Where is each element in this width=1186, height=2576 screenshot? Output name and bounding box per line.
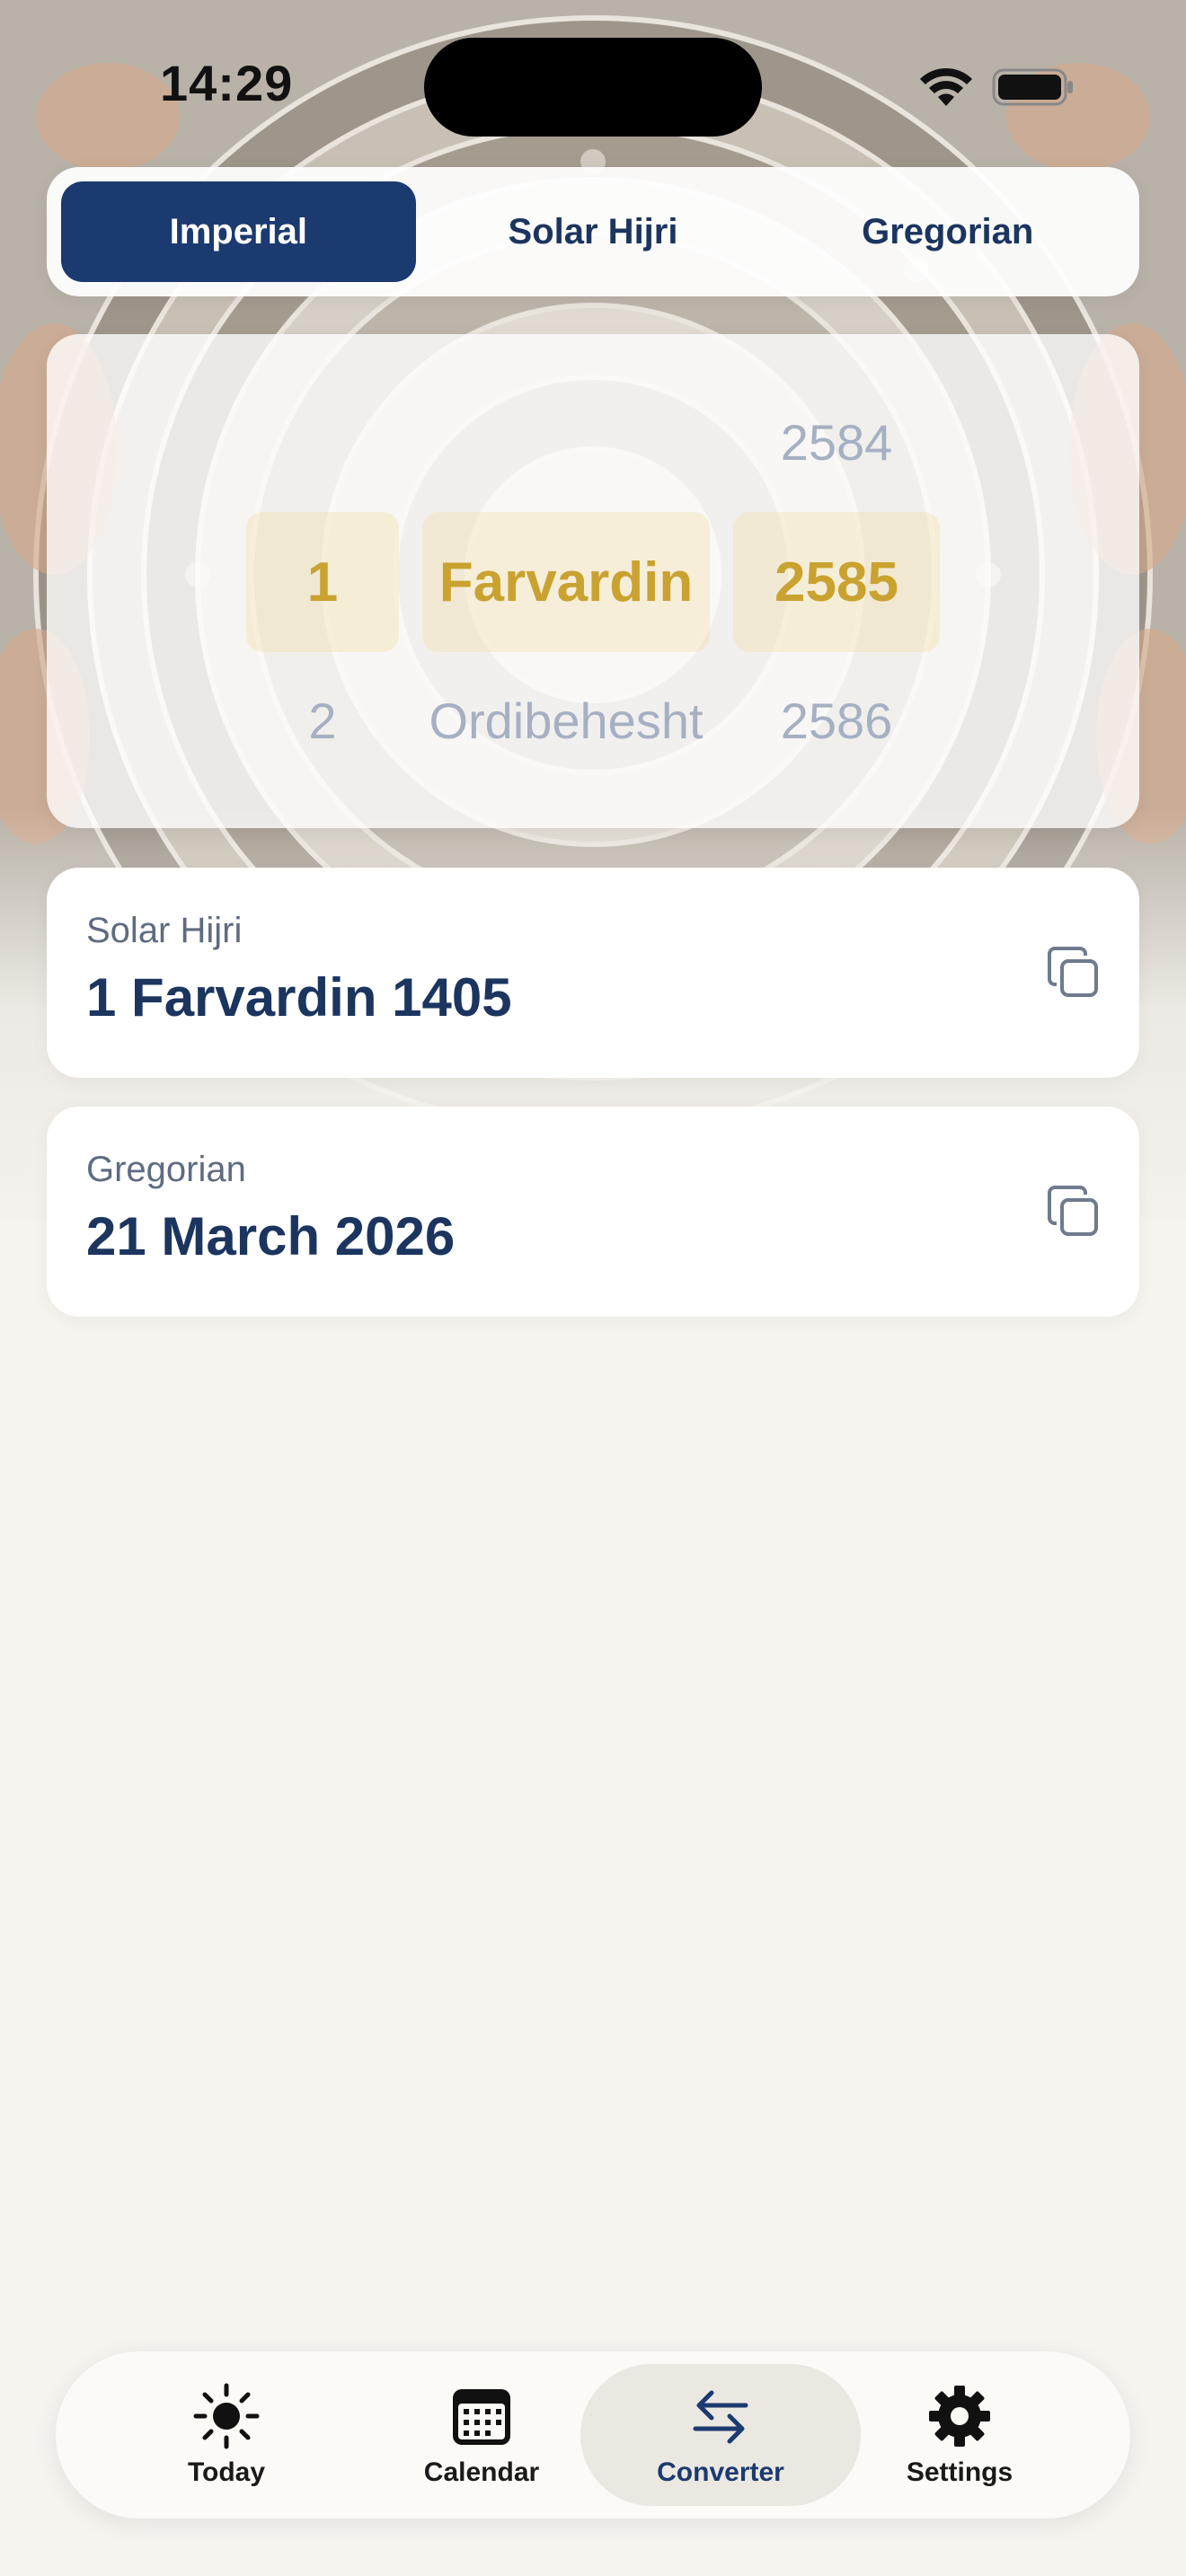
bottom-tab-bar: Today Calendar Converter Settings bbox=[56, 2351, 1130, 2519]
tab-today[interactable]: Today bbox=[86, 2364, 367, 2506]
day-selected: 1 bbox=[246, 512, 399, 652]
copy-icon[interactable] bbox=[1046, 1184, 1102, 1239]
tab-label: Settings bbox=[906, 2457, 1013, 2487]
month-selected: Farvardin bbox=[422, 512, 710, 652]
gear-icon bbox=[929, 2386, 990, 2447]
arrows-exchange-icon bbox=[693, 2390, 748, 2444]
sun-icon bbox=[193, 2383, 260, 2449]
result-label: Gregorian bbox=[86, 1150, 246, 1189]
gregorian-result-card: Gregorian 21 March 2026 bbox=[47, 1107, 1139, 1317]
result-value: 21 March 2026 bbox=[86, 1206, 456, 1266]
month-next: Ordibehesht bbox=[429, 693, 704, 749]
day-wheel[interactable]: 1 2 bbox=[246, 334, 399, 828]
tab-settings[interactable]: Settings bbox=[819, 2364, 1100, 2506]
result-value: 1 Farvardin 1405 bbox=[86, 967, 512, 1028]
month-wheel[interactable]: Farvardin Ordibehesht bbox=[422, 334, 710, 828]
result-label: Solar Hijri bbox=[86, 911, 243, 950]
tab-label: Calendar bbox=[423, 2457, 540, 2487]
year-wheel[interactable]: 2584 2585 2586 bbox=[733, 334, 940, 828]
calendar-system-selector: Imperial Solar Hijri Gregorian bbox=[47, 167, 1139, 296]
year-next: 2586 bbox=[780, 693, 893, 749]
tab-imperial[interactable]: Imperial bbox=[61, 181, 416, 282]
year-selected: 2585 bbox=[733, 512, 940, 652]
tab-gregorian[interactable]: Gregorian bbox=[770, 181, 1125, 282]
battery-icon bbox=[992, 68, 1073, 106]
wifi-icon bbox=[920, 67, 972, 106]
tab-solar-hijri[interactable]: Solar Hijri bbox=[416, 181, 771, 282]
date-picker: 1 2 Farvardin Ordibehesht 2584 2585 2586 bbox=[47, 334, 1139, 828]
copy-icon[interactable] bbox=[1046, 945, 1102, 1001]
day-next: 2 bbox=[308, 693, 337, 749]
status-time: 14:29 bbox=[160, 55, 294, 111]
solar-hijri-result-card: Solar Hijri 1 Farvardin 1405 bbox=[47, 868, 1139, 1078]
tab-label: Today bbox=[187, 2457, 266, 2487]
year-prev: 2584 bbox=[780, 414, 893, 471]
tab-label: Converter bbox=[657, 2457, 784, 2487]
dynamic-island bbox=[424, 38, 762, 137]
calendar-icon bbox=[453, 2389, 510, 2445]
